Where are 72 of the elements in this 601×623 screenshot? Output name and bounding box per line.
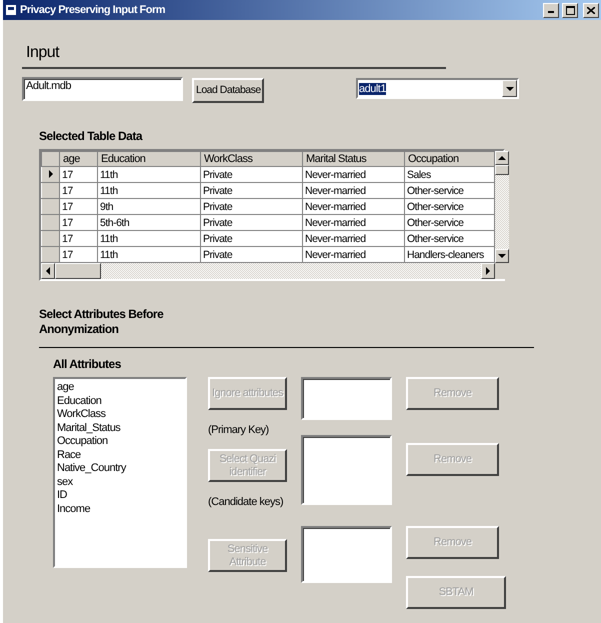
table-cell: Other-service: [404, 182, 494, 198]
attributes-list[interactable]: age Education WorkClass Marital_Status Occupation Race Native_Country sex ID Income: [53, 377, 187, 568]
table-cell: Never-married: [302, 198, 404, 214]
list-item[interactable]: WorkClass: [57, 408, 183, 422]
table-cell: 11th: [98, 182, 200, 198]
table-cell: Other-service: [404, 230, 494, 246]
table-cell: Private: [200, 198, 302, 214]
column-header[interactable]: Occupation: [404, 152, 494, 166]
list-item[interactable]: Education: [57, 394, 183, 408]
list-item[interactable]: Native_Country: [57, 462, 183, 476]
table-cell: Sales: [404, 166, 494, 182]
table-cell: Never-married: [302, 230, 404, 246]
list-item[interactable]: Occupation: [57, 435, 183, 448]
section-heading: Select Attributes Before Anonymization: [39, 307, 164, 337]
list-item[interactable]: ID: [57, 489, 183, 502]
column-header[interactable]: Marital Status: [302, 152, 404, 166]
scroll-down-button[interactable]: [495, 249, 509, 263]
list-item[interactable]: age: [57, 381, 183, 394]
maximize-button[interactable]: [562, 2, 578, 18]
table-dropdown[interactable]: adult1: [356, 78, 519, 99]
table-cell: 17: [60, 182, 98, 198]
column-header[interactable]: age: [60, 152, 98, 166]
table-cell: Other-service: [404, 198, 494, 214]
vertical-scrollbar[interactable]: [495, 151, 509, 263]
list-item[interactable]: Income: [57, 502, 183, 516]
minimize-button[interactable]: [543, 2, 559, 18]
table-cell: Private: [200, 230, 302, 246]
field-caption: (Candidate keys): [208, 496, 284, 508]
scroll-thumb[interactable]: [55, 263, 101, 279]
list-item[interactable]: Race: [57, 448, 183, 462]
file-name-field[interactable]: Adult.mdb: [22, 77, 183, 101]
table-cell: 11th: [98, 166, 200, 182]
table-cell: Other-service: [404, 214, 494, 230]
table-cell: 17: [60, 214, 98, 230]
dropdown-arrow-icon: [506, 86, 514, 90]
scroll-left-icon: [46, 267, 50, 275]
close-icon: [587, 6, 595, 14]
scroll-thumb[interactable]: [495, 165, 509, 175]
table-cell: Never-married: [302, 166, 404, 182]
table-cell: 11th: [98, 230, 200, 246]
table-cell: 17: [60, 230, 98, 246]
table-cell: 5th-6th: [98, 214, 200, 230]
column-header[interactable]: WorkClass: [200, 152, 302, 166]
row-header[interactable]: [42, 166, 60, 182]
table-cell: Private: [200, 182, 302, 198]
list-heading: All Attributes: [53, 357, 122, 371]
section-heading: Selected Table Data: [39, 129, 144, 143]
list-item[interactable]: sex: [57, 476, 183, 489]
scroll-up-icon: [498, 156, 506, 160]
column-header[interactable]: Education: [98, 152, 200, 166]
table-cell: 17: [60, 198, 98, 214]
quasi-identifier-field[interactable]: [301, 435, 392, 505]
primary-key-field[interactable]: [301, 377, 392, 420]
table-cell: Private: [200, 214, 302, 230]
scroll-down-icon: [498, 254, 506, 258]
table-cell: 9th: [98, 198, 200, 214]
table-cell: 17: [60, 166, 98, 182]
close-button[interactable]: [583, 2, 599, 18]
section-heading: Input: [26, 44, 60, 62]
maximize-icon: [566, 6, 574, 14]
sensitive-attribute-field[interactable]: [301, 526, 392, 583]
load-database-button[interactable]: Load Database: [192, 78, 264, 103]
scroll-right-icon: [486, 267, 490, 275]
list-item[interactable]: Marital_Status: [57, 422, 183, 435]
current-row-icon: [48, 170, 52, 178]
field-caption: (Primary Key): [208, 424, 270, 436]
table-cell: Private: [200, 166, 302, 182]
scroll-right-button[interactable]: [481, 263, 495, 279]
table-cell: Never-married: [302, 214, 404, 230]
horizontal-scrollbar[interactable]: [41, 263, 495, 279]
table-cell: Never-married: [302, 182, 404, 198]
window-title: Privacy Preserving Input Form: [20, 4, 166, 16]
